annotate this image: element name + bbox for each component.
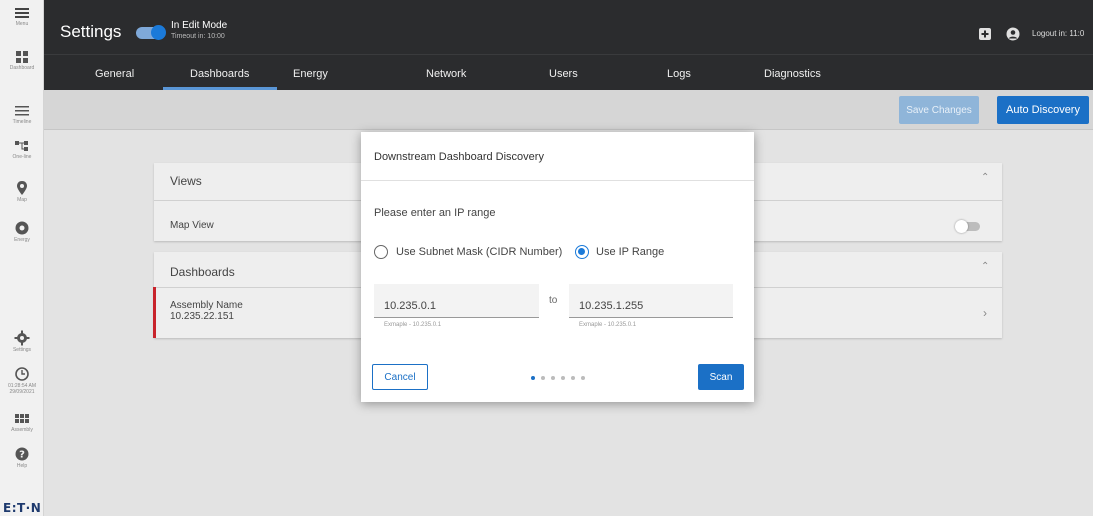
- rail-caption-timeline: Timeline: [12, 119, 32, 125]
- save-changes-button[interactable]: Save Changes: [899, 96, 979, 124]
- rail-caption-help: Help: [16, 463, 28, 469]
- one-line-diagram-icon: [15, 141, 28, 151]
- assembly-ip: 10.235.22.151: [170, 311, 234, 322]
- map-pin-icon: [17, 181, 27, 195]
- rail-item-dashboard[interactable]: Dashboard: [0, 50, 44, 71]
- ip-to-hint: Exmaple - 10.235.0.1: [579, 322, 637, 328]
- rail-item-settings[interactable]: Settings: [0, 330, 44, 353]
- rail-item-map[interactable]: Map: [0, 180, 44, 203]
- rail-caption-clock: 01:28:54 AM 29/09/2021: [7, 383, 37, 395]
- ip-from-hint: Exmaple - 10.235.0.1: [384, 322, 442, 328]
- ip-range-label[interactable]: Use IP Range: [596, 246, 664, 258]
- rail-caption-dashboard: Dashboard: [9, 65, 35, 71]
- hamburger-menu-icon: [15, 8, 29, 18]
- rail-caption-menu: Menu: [15, 21, 29, 27]
- rail-caption-assembly: Assembly: [11, 427, 33, 433]
- subnet-mask-label[interactable]: Use Subnet Mask (CIDR Number): [396, 246, 562, 258]
- views-card-title: Views: [170, 174, 202, 188]
- rail-caption-settings: Settings: [12, 347, 32, 353]
- logout-timer[interactable]: Logout in: 11:0: [1032, 29, 1084, 38]
- ip-range-prompt: Please enter an IP range: [374, 207, 496, 219]
- chevron-right-icon[interactable]: ›: [983, 306, 987, 320]
- rail-caption-one-line: One-line: [12, 154, 32, 160]
- app-header: Settings In Edit Mode Timeout in: 10:00 …: [44, 0, 1093, 54]
- rail-item-energy[interactable]: Energy: [0, 220, 44, 243]
- help-icon: ?: [15, 447, 29, 461]
- clock-icon: [15, 367, 29, 381]
- pager-dot[interactable]: [551, 376, 555, 380]
- range-to-label: to: [549, 295, 558, 306]
- list-icon: [15, 106, 29, 116]
- rail-item-timeline[interactable]: Timeline: [0, 104, 44, 125]
- auto-discovery-button[interactable]: Auto Discovery: [997, 96, 1089, 124]
- notification-icon[interactable]: [978, 27, 992, 41]
- rail-item-menu[interactable]: Menu: [0, 6, 44, 27]
- tab-users[interactable]: Users: [549, 68, 578, 80]
- subnet-mask-radio[interactable]: [374, 245, 388, 259]
- ip-from-input[interactable]: [374, 284, 539, 318]
- pager-dot[interactable]: [531, 376, 535, 380]
- dashboard-icon: [16, 51, 28, 63]
- status-indicator-bar: [153, 287, 156, 338]
- user-account-icon[interactable]: [1006, 27, 1020, 41]
- edit-mode-timeout: Timeout in: 10:00: [171, 33, 225, 40]
- pager-dot[interactable]: [581, 376, 585, 380]
- ip-to-input[interactable]: [569, 284, 733, 318]
- discovery-dialog: Downstream Dashboard Discovery Please en…: [361, 132, 754, 402]
- energy-icon: [15, 221, 29, 235]
- page-title: Settings: [60, 22, 122, 41]
- rail-item-help[interactable]: ? Help: [0, 446, 44, 469]
- pager-dot[interactable]: [561, 376, 565, 380]
- settings-tabs: General Dashboards Energy Network Users …: [44, 54, 1093, 90]
- dashboards-card-title: Dashboards: [170, 265, 235, 279]
- left-rail: Menu Dashboard Timeline One-line Map Ene…: [0, 0, 44, 516]
- chevron-up-icon[interactable]: ⌃: [981, 172, 989, 183]
- rail-caption-map: Map: [17, 197, 27, 203]
- edit-mode-label: In Edit Mode: [171, 20, 228, 31]
- scan-button[interactable]: Scan: [698, 364, 744, 390]
- rail-caption-energy: Energy: [14, 237, 30, 243]
- tab-energy[interactable]: Energy: [293, 68, 328, 80]
- svg-text:?: ?: [19, 450, 25, 461]
- chevron-up-icon[interactable]: ⌃: [981, 261, 989, 272]
- tab-dashboards[interactable]: Dashboards: [190, 68, 249, 80]
- settings-toolbar: Save Changes Auto Discovery: [44, 90, 1093, 130]
- tab-diagnostics[interactable]: Diagnostics: [764, 68, 821, 80]
- eaton-logo: E:T·N: [3, 501, 42, 515]
- map-view-switch-knob[interactable]: [955, 220, 968, 233]
- rail-item-assembly[interactable]: Assembly: [0, 412, 44, 433]
- tab-network[interactable]: Network: [426, 68, 466, 80]
- rail-item-clock[interactable]: 01:28:54 AM 29/09/2021: [0, 366, 44, 395]
- ip-range-radio[interactable]: [575, 245, 589, 259]
- pager-dot[interactable]: [541, 376, 545, 380]
- pager-dot[interactable]: [571, 376, 575, 380]
- cancel-button[interactable]: Cancel: [372, 364, 428, 390]
- tab-logs[interactable]: Logs: [667, 68, 691, 80]
- assembly-grid-icon: [15, 414, 29, 423]
- assembly-name[interactable]: Assembly Name: [170, 300, 243, 311]
- dialog-title: Downstream Dashboard Discovery: [374, 151, 544, 163]
- tab-general[interactable]: General: [95, 68, 134, 80]
- map-view-label: Map View: [170, 220, 214, 231]
- dialog-divider: [361, 180, 754, 181]
- edit-mode-toggle-knob[interactable]: [151, 25, 166, 40]
- gear-icon: [14, 330, 30, 346]
- rail-item-one-line[interactable]: One-line: [0, 139, 44, 160]
